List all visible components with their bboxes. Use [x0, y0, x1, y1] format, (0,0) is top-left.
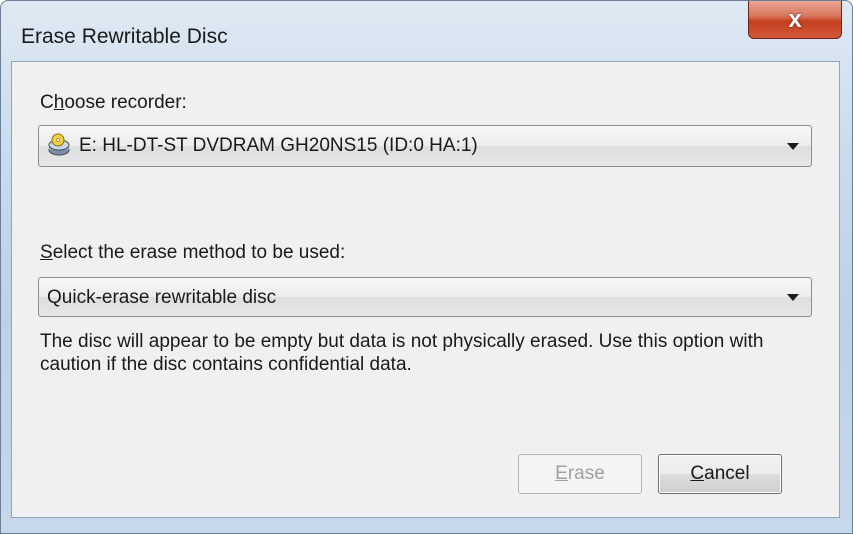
- dialog-window: Erase Rewritable Disc x Choose recorder:…: [0, 0, 853, 534]
- dialog-body: Choose recorder: E: HL-DT-ST DVDRAM GH20…: [11, 61, 840, 518]
- title-bar[interactable]: Erase Rewritable Disc x: [1, 1, 852, 69]
- chevron-down-icon: [787, 143, 799, 150]
- recorder-selected-value: E: HL-DT-ST DVDRAM GH20NS15 (ID:0 HA:1): [79, 135, 478, 156]
- recorder-dropdown[interactable]: E: HL-DT-ST DVDRAM GH20NS15 (ID:0 HA:1): [38, 125, 812, 167]
- chevron-down-icon: [787, 294, 799, 301]
- erase-button[interactable]: Erase: [518, 454, 642, 494]
- erase-method-label: Select the erase method to be used:: [40, 242, 346, 263]
- close-icon: x: [788, 5, 802, 33]
- close-button[interactable]: x: [748, 1, 842, 39]
- erase-method-dropdown[interactable]: Quick-erase rewritable disc: [38, 277, 812, 317]
- window-title: Erase Rewritable Disc: [21, 25, 228, 48]
- cancel-button[interactable]: Cancel: [658, 454, 782, 494]
- erase-method-selected-value: Quick-erase rewritable disc: [47, 287, 277, 308]
- optical-drive-icon: [48, 133, 70, 156]
- erase-method-description: The disc will appear to be empty but dat…: [40, 331, 764, 375]
- choose-recorder-label: Choose recorder:: [40, 92, 187, 113]
